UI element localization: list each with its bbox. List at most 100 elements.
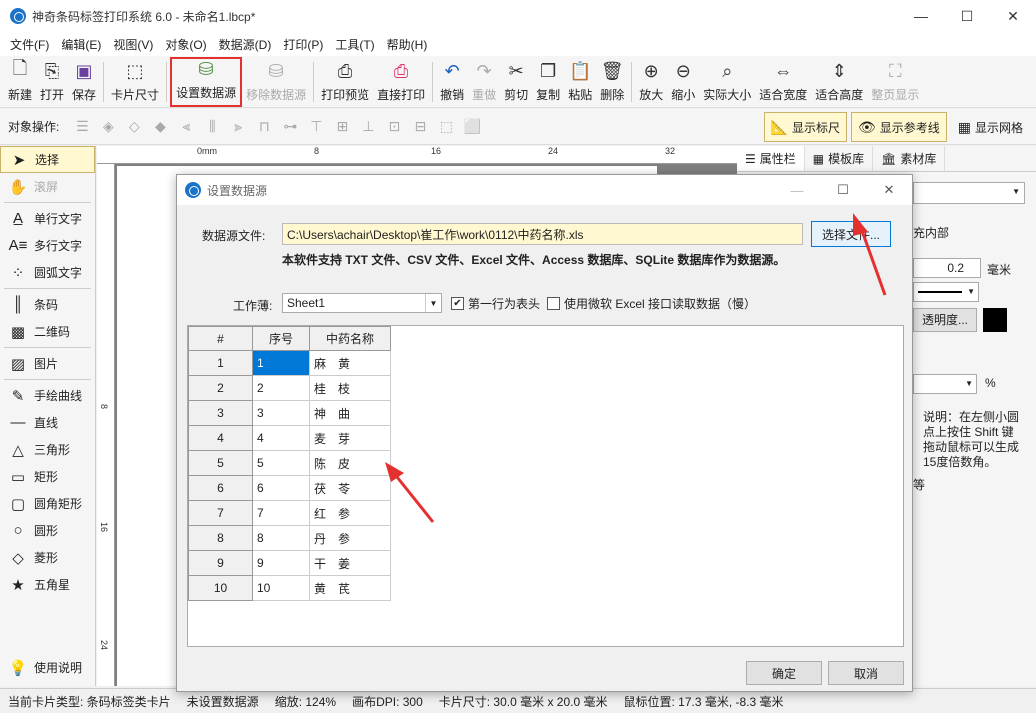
print-preview-button[interactable]: ⎙ 打印预览	[317, 57, 373, 107]
tool-help[interactable]: 💡 使用说明	[0, 654, 96, 681]
tool-triangle[interactable]: △ 三角形	[0, 436, 95, 463]
menu-object[interactable]: 对象(O)	[159, 36, 212, 53]
dialog-maximize-button[interactable]: ☐	[820, 175, 866, 205]
table-row[interactable]: 66茯 苓	[188, 475, 391, 501]
row-header[interactable]: 9	[188, 550, 253, 576]
group-icon[interactable]: ⬚	[435, 116, 457, 138]
align-right-icon[interactable]: ⫸	[227, 116, 249, 138]
first-row-header-checkbox[interactable]: ✔ 第一行为表头	[451, 295, 540, 312]
table-cell[interactable]: 5	[252, 450, 310, 476]
table-cell[interactable]: 2	[252, 375, 310, 401]
save-button[interactable]: ▣ 保存	[68, 57, 100, 107]
sheet-select[interactable]: Sheet1 ▼	[282, 293, 442, 313]
layer-up-icon[interactable]: ☰	[71, 116, 93, 138]
maximize-button[interactable]: ☐	[944, 0, 990, 32]
row-header[interactable]: 6	[188, 475, 253, 501]
menu-file[interactable]: 文件(F)	[4, 36, 55, 53]
layer-top-icon[interactable]: ◈	[97, 116, 119, 138]
table-cell[interactable]: 麦 芽	[309, 425, 391, 451]
distribute-v-icon[interactable]: ⊶	[279, 116, 301, 138]
new-button[interactable]: 🗋 新建	[4, 57, 36, 107]
table-row[interactable]: 33神 曲	[188, 400, 391, 426]
remove-datasource-button[interactable]: ⛁ 移除数据源	[242, 57, 310, 107]
ok-button[interactable]: 确定	[746, 661, 822, 685]
table-cell[interactable]: 桂 枝	[309, 375, 391, 401]
table-cell[interactable]: 10	[252, 575, 310, 601]
cancel-button[interactable]: 取消	[828, 661, 904, 685]
close-button[interactable]: ✕	[990, 0, 1036, 32]
menu-help[interactable]: 帮助(H)	[381, 36, 434, 53]
table-cell[interactable]: 6	[252, 475, 310, 501]
tab-assets[interactable]: 🏛 素材库	[873, 146, 946, 171]
row-header[interactable]: 4	[188, 425, 253, 451]
table-cell[interactable]: 4	[252, 425, 310, 451]
table-cell[interactable]: 陈 皮	[309, 450, 391, 476]
delete-button[interactable]: 🗑 删除	[596, 57, 628, 107]
dialog-close-button[interactable]: ✕	[866, 175, 912, 205]
zoom-out-button[interactable]: ⊖ 缩小	[667, 57, 699, 107]
actual-size-button[interactable]: ⌕ 实际大小	[699, 57, 755, 107]
opacity-button[interactable]: 透明度...	[913, 308, 977, 332]
ungroup-icon[interactable]: ⬜	[461, 116, 483, 138]
row-header[interactable]: 1	[188, 350, 253, 376]
undo-button[interactable]: ↶ 撤销	[436, 57, 468, 107]
table-cell[interactable]: 9	[252, 550, 310, 576]
set-datasource-button[interactable]: ⛁ 设置数据源	[170, 57, 243, 107]
file-path-input[interactable]: C:\Users\achair\Desktop\崔工作\work\0112\中药…	[282, 223, 803, 245]
align-middle-icon[interactable]: ⊞	[331, 116, 353, 138]
table-cell[interactable]: 黄 芪	[309, 575, 391, 601]
table-cell[interactable]: 7	[252, 500, 310, 526]
table-row[interactable]: 22桂 枝	[188, 375, 391, 401]
row-header[interactable]: 8	[188, 525, 253, 551]
color-swatch[interactable]	[983, 308, 1007, 332]
choose-file-button[interactable]: 选择文件...	[811, 221, 891, 247]
tool-multi-text[interactable]: A≡ 多行文字	[0, 232, 95, 259]
direct-print-button[interactable]: ⎙ 直接打印	[373, 57, 429, 107]
table-row[interactable]: 11麻 黄	[188, 350, 391, 376]
stroke-width-input[interactable]: 0.2	[913, 258, 981, 278]
same-height-icon[interactable]: ⊟	[409, 116, 431, 138]
align-bottom-icon[interactable]: ⊥	[357, 116, 379, 138]
align-left-icon[interactable]: ⫷	[175, 116, 197, 138]
table-cell[interactable]: 干 姜	[309, 550, 391, 576]
show-guides-toggle[interactable]: 👁 显示参考线	[850, 112, 947, 142]
tool-round-rect[interactable]: ▢ 圆角矩形	[0, 490, 95, 517]
cut-button[interactable]: ✂ 剪切	[500, 57, 532, 107]
row-header[interactable]: 5	[188, 450, 253, 476]
menu-edit[interactable]: 编辑(E)	[55, 36, 107, 53]
table-row[interactable]: 10 10 黄 芪	[188, 575, 391, 601]
fit-height-button[interactable]: ⇕ 适合高度	[811, 57, 867, 107]
align-top-icon[interactable]: ⊤	[305, 116, 327, 138]
tool-scroll[interactable]: ✋ 滚屏	[0, 173, 95, 200]
copy-button[interactable]: ❐ 复制	[532, 57, 564, 107]
same-width-icon[interactable]: ⊡	[383, 116, 405, 138]
table-cell[interactable]: 1	[252, 350, 310, 376]
row-header[interactable]: 7	[188, 500, 253, 526]
open-button[interactable]: ⎘ 打开	[36, 57, 68, 107]
table-row[interactable]: 77红 参	[188, 500, 391, 526]
dialog-minimize-button[interactable]: —	[774, 175, 820, 205]
row-header[interactable]: 10	[188, 575, 253, 601]
tool-arc-text[interactable]: ⁘ 圆弧文字	[0, 259, 95, 286]
layer-bottom-icon[interactable]: ◆	[149, 116, 171, 138]
table-row[interactable]: 99干 姜	[188, 550, 391, 576]
tool-image[interactable]: ▨ 图片	[0, 350, 95, 377]
tab-templates[interactable]: ▦ 模板库	[805, 146, 874, 171]
redo-button[interactable]: ↷ 重做	[468, 57, 500, 107]
tool-rect[interactable]: ▭ 矩形	[0, 463, 95, 490]
align-center-icon[interactable]: ⫼	[201, 116, 223, 138]
tool-qrcode[interactable]: ▩ 二维码	[0, 318, 95, 345]
show-grid-toggle[interactable]: ▦ 显示网格	[951, 112, 1030, 142]
column-header[interactable]: 中药名称	[309, 326, 391, 351]
menu-tools[interactable]: 工具(T)	[329, 36, 380, 53]
tool-line[interactable]: — 直线	[0, 409, 95, 436]
column-header[interactable]: #	[188, 326, 253, 351]
tool-select[interactable]: ➤ 选择	[0, 146, 95, 173]
data-grid[interactable]: # 序号 中药名称 11麻 黄 22桂 枝 33神 曲 44麦 芽 55陈 皮 …	[187, 325, 904, 647]
table-cell[interactable]: 8	[252, 525, 310, 551]
distribute-h-icon[interactable]: ⊓	[253, 116, 275, 138]
minimize-button[interactable]: —	[898, 0, 944, 32]
column-header[interactable]: 序号	[252, 326, 310, 351]
full-page-button[interactable]: ⛶ 整页显示	[867, 57, 923, 107]
table-row[interactable]: 55陈 皮	[188, 450, 391, 476]
